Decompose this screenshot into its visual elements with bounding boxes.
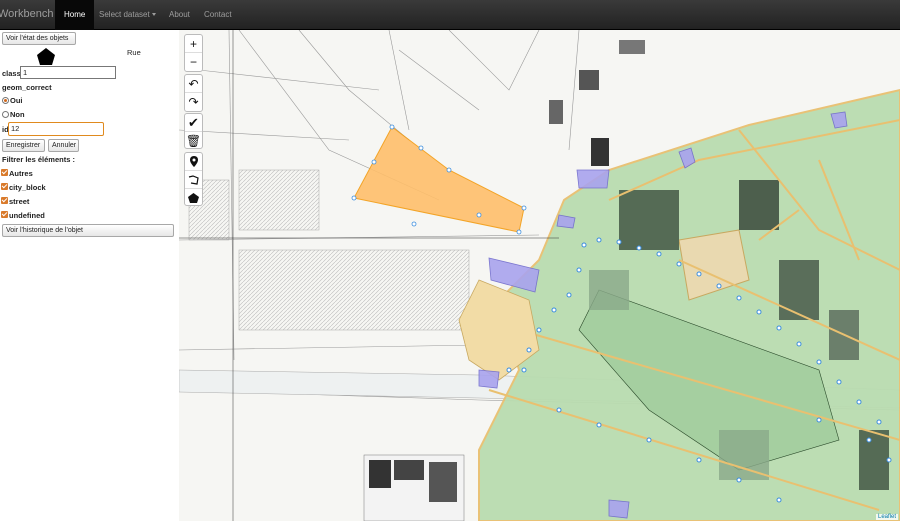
draw-polygon-button[interactable] [185, 189, 202, 207]
redo-button[interactable]: ↷ [185, 93, 202, 111]
checkmark-icon: ✔ [188, 114, 199, 130]
marker-icon [189, 156, 198, 167]
map-view[interactable] [179, 30, 900, 521]
historical-map-canvas[interactable] [179, 30, 900, 521]
nav-contact[interactable]: Contact [195, 0, 241, 30]
polygon-icon [188, 193, 199, 203]
pentagon-icon [37, 48, 55, 65]
class-field[interactable]: 1 [20, 66, 116, 79]
radio-non[interactable] [2, 111, 9, 118]
id-field[interactable]: 12 [8, 122, 104, 136]
history-control: ↶ ↷ [184, 74, 203, 112]
undo-icon: ↶ [188, 76, 199, 91]
filter-label-city-block: city_block [9, 183, 46, 192]
delete-button[interactable]: 🗑 [185, 132, 202, 150]
filter-checkbox-autres[interactable] [1, 169, 8, 176]
radio-non-label: Non [10, 110, 25, 119]
undo-button[interactable]: ↶ [185, 75, 202, 93]
save-button[interactable]: Enregistrer [2, 139, 45, 152]
draw-control [184, 152, 203, 206]
draw-marker-button[interactable] [185, 153, 202, 171]
radio-oui-label: Oui [10, 96, 23, 105]
filter-title: Filtrer les éléments : [2, 155, 75, 164]
filter-checkbox-undefined[interactable] [1, 211, 8, 218]
view-object-history-button[interactable]: Voir l'historique de l'objet [2, 224, 174, 237]
nav-select-dataset[interactable]: Select dataset [90, 0, 165, 30]
nav-select-dataset-label: Select dataset [99, 10, 150, 19]
zoom-in-button[interactable]: + [185, 35, 202, 53]
top-navbar: Workbench Home Select dataset About Cont… [0, 0, 900, 30]
filter-label-undefined: undefined [9, 211, 45, 220]
filter-checkbox-city-block[interactable] [1, 183, 8, 190]
zoom-out-button[interactable]: − [185, 53, 202, 71]
class-label: class [2, 69, 21, 78]
polyline-icon [188, 174, 199, 185]
caret-down-icon [151, 13, 156, 17]
redo-icon: ↷ [188, 95, 199, 109]
cancel-button[interactable]: Annuler [48, 139, 79, 152]
filter-label-autres: Autres [9, 169, 33, 178]
filter-checkbox-street[interactable] [1, 197, 8, 204]
filter-label-street: street [9, 197, 30, 206]
zoom-control: + − [184, 34, 203, 72]
nav-about[interactable]: About [160, 0, 199, 30]
nav-home[interactable]: Home [55, 0, 95, 30]
validate-button[interactable]: ✔ [185, 114, 202, 132]
selected-feature-label: Rue [127, 48, 141, 57]
geom-correct-label: geom_correct [2, 83, 52, 92]
draw-polyline-button[interactable] [185, 171, 202, 189]
radio-oui[interactable] [2, 97, 9, 104]
side-panel: Voir l'état des objets Rue class 1 geom_… [0, 30, 179, 521]
view-object-state-button[interactable]: Voir l'état des objets [2, 32, 76, 45]
edit-control: ✔ 🗑 [184, 113, 203, 149]
map-attribution[interactable]: Leaflet [875, 514, 898, 520]
trash-icon: 🗑 [185, 134, 202, 148]
app-brand[interactable]: Workbench [0, 8, 53, 20]
